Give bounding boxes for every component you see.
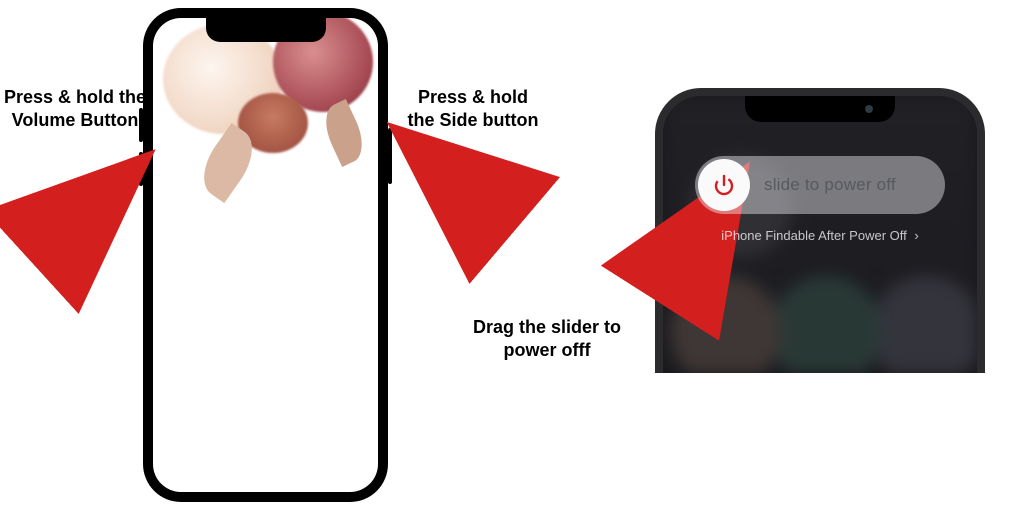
- iphone-front-view: [143, 8, 388, 502]
- iphone-power-off-screen: slide to power off iPhone Findable After…: [655, 88, 985, 373]
- chevron-right-icon: ›: [914, 228, 918, 243]
- phone-screen: [153, 18, 378, 492]
- power-off-slider-knob[interactable]: [698, 159, 750, 211]
- findable-after-power-off-link[interactable]: iPhone Findable After Power Off ›: [663, 228, 977, 243]
- power-off-slider[interactable]: slide to power off: [695, 156, 945, 214]
- annotation-drag-label: Drag the slider to power offf: [458, 316, 636, 361]
- notch: [206, 18, 326, 42]
- arrow-to-volume-button: [30, 150, 160, 270]
- power-off-slider-label: slide to power off: [750, 175, 945, 195]
- arrow-to-side-button: [390, 118, 520, 238]
- notch: [745, 96, 895, 122]
- annotation-volume-label: Press & hold the Volume Button: [0, 86, 150, 131]
- power-icon: [712, 173, 736, 197]
- findable-label: iPhone Findable After Power Off: [721, 228, 906, 243]
